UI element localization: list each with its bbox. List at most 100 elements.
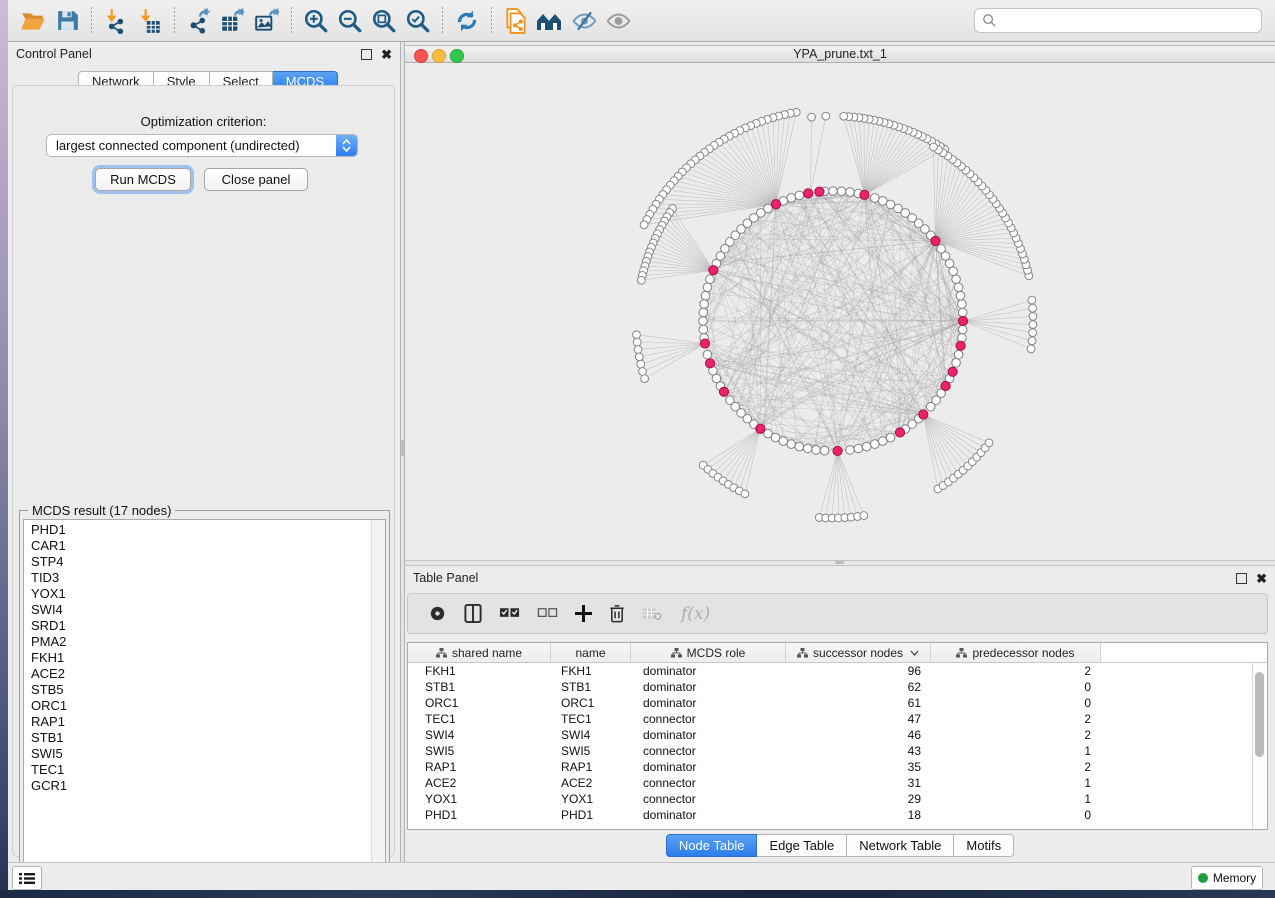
- select-all-icon[interactable]: [499, 606, 520, 621]
- table-row[interactable]: PHD1PHD1dominator180: [408, 807, 1267, 823]
- mcds-result-item[interactable]: STB1: [31, 730, 385, 746]
- cell-shared-name[interactable]: PHD1: [408, 808, 551, 822]
- zoom-fit-icon[interactable]: [367, 5, 401, 37]
- column-header-shared-name[interactable]: shared name: [408, 643, 551, 662]
- cell-successor-nodes[interactable]: 35: [786, 760, 931, 774]
- tab-motifs[interactable]: Motifs: [954, 834, 1014, 857]
- cell-successor-nodes[interactable]: 31: [786, 776, 931, 790]
- tab-edge-table[interactable]: Edge Table: [757, 834, 847, 857]
- settings-icon[interactable]: [428, 604, 447, 623]
- cell-successor-nodes[interactable]: 47: [786, 712, 931, 726]
- mcds-result-item[interactable]: RAP1: [31, 714, 385, 730]
- cell-successor-nodes[interactable]: 43: [786, 744, 931, 758]
- add-column-icon[interactable]: [575, 605, 592, 622]
- mcds-result-item[interactable]: FKH1: [31, 650, 385, 666]
- mcds-result-item[interactable]: PMA2: [31, 634, 385, 650]
- cell-predecessor-nodes[interactable]: 2: [931, 664, 1101, 678]
- refresh-layout-icon[interactable]: [450, 5, 484, 37]
- network-canvas[interactable]: [405, 63, 1275, 560]
- show-all-icon[interactable]: [601, 5, 635, 37]
- cell-predecessor-nodes[interactable]: 1: [931, 776, 1101, 790]
- delete-column-icon[interactable]: [609, 604, 625, 623]
- mcds-result-item[interactable]: YOX1: [31, 586, 385, 602]
- mcds-result-listbox[interactable]: PHD1CAR1STP4TID3YOX1SWI4SRD1PMA2FKH1ACE2…: [23, 519, 386, 879]
- mcds-result-item[interactable]: STP4: [31, 554, 385, 570]
- cell-predecessor-nodes[interactable]: 2: [931, 760, 1101, 774]
- show-columns-icon[interactable]: [464, 604, 482, 623]
- cell-shared-name[interactable]: FKH1: [408, 664, 551, 678]
- cell-shared-name[interactable]: TEC1: [408, 712, 551, 726]
- first-neighbors-icon[interactable]: [533, 5, 567, 37]
- mcds-result-item[interactable]: TEC1: [31, 762, 385, 778]
- zoom-selected-icon[interactable]: [401, 5, 435, 37]
- mcds-result-item[interactable]: CAR1: [31, 538, 385, 554]
- cell-shared-name[interactable]: SWI4: [408, 728, 551, 742]
- close-panel-icon[interactable]: ✖: [1256, 572, 1267, 585]
- close-panel-icon[interactable]: ✖: [381, 48, 392, 61]
- table-row[interactable]: ACE2ACE2connector311: [408, 775, 1267, 791]
- column-header-name[interactable]: name: [551, 643, 631, 662]
- cell-shared-name[interactable]: RAP1: [408, 760, 551, 774]
- mcds-result-item[interactable]: ORC1: [31, 698, 385, 714]
- zoom-in-icon[interactable]: [299, 5, 333, 37]
- export-image-icon[interactable]: [250, 5, 284, 37]
- import-network-icon[interactable]: [99, 5, 133, 37]
- mcds-result-item[interactable]: GCR1: [31, 778, 385, 794]
- cell-MCDS-role[interactable]: connector: [631, 792, 786, 806]
- cell-predecessor-nodes[interactable]: 0: [931, 808, 1101, 822]
- mcds-list-scrollbar[interactable]: [371, 520, 385, 878]
- export-table-icon[interactable]: [216, 5, 250, 37]
- cell-MCDS-role[interactable]: dominator: [631, 808, 786, 822]
- cell-successor-nodes[interactable]: 61: [786, 696, 931, 710]
- cell-MCDS-role[interactable]: connector: [631, 712, 786, 726]
- network-window-titlebar[interactable]: YPA_prune.txt_1: [405, 45, 1275, 63]
- cell-name[interactable]: ORC1: [551, 696, 631, 710]
- task-history-button[interactable]: [12, 866, 42, 890]
- cell-name[interactable]: PHD1: [551, 808, 631, 822]
- cell-name[interactable]: STB1: [551, 680, 631, 694]
- tab-network-table[interactable]: Network Table: [847, 834, 954, 857]
- table-row[interactable]: SWI5SWI5connector431: [408, 743, 1267, 759]
- cell-name[interactable]: SWI4: [551, 728, 631, 742]
- deselect-all-icon[interactable]: [537, 606, 558, 621]
- cell-name[interactable]: ACE2: [551, 776, 631, 790]
- close-panel-button[interactable]: Close panel: [204, 168, 308, 191]
- float-panel-icon[interactable]: [361, 49, 372, 60]
- table-scrollbar[interactable]: [1252, 663, 1267, 829]
- cell-name[interactable]: TEC1: [551, 712, 631, 726]
- cell-predecessor-nodes[interactable]: 1: [931, 744, 1101, 758]
- mcds-result-item[interactable]: SWI4: [31, 602, 385, 618]
- float-panel-icon[interactable]: [1236, 573, 1247, 584]
- cell-predecessor-nodes[interactable]: 2: [931, 728, 1101, 742]
- cell-MCDS-role[interactable]: dominator: [631, 760, 786, 774]
- cell-successor-nodes[interactable]: 46: [786, 728, 931, 742]
- run-mcds-button[interactable]: Run MCDS: [95, 168, 191, 191]
- vertical-splitter-handle[interactable]: [401, 440, 404, 456]
- horizontal-splitter-handle[interactable]: [835, 561, 844, 564]
- mcds-result-item[interactable]: ACE2: [31, 666, 385, 682]
- cell-name[interactable]: SWI5: [551, 744, 631, 758]
- minimize-window-icon[interactable]: [432, 49, 446, 63]
- mcds-result-item[interactable]: STB5: [31, 682, 385, 698]
- cell-successor-nodes[interactable]: 62: [786, 680, 931, 694]
- zoom-out-icon[interactable]: [333, 5, 367, 37]
- hide-selected-icon[interactable]: [567, 5, 601, 37]
- import-table-icon[interactable]: [133, 5, 167, 37]
- cell-MCDS-role[interactable]: connector: [631, 776, 786, 790]
- column-header-MCDS-role[interactable]: MCDS role: [631, 643, 786, 662]
- node-table[interactable]: shared namenameMCDS rolesuccessor nodesp…: [407, 642, 1268, 830]
- mcds-result-item[interactable]: TID3: [31, 570, 385, 586]
- mcds-result-item[interactable]: SRD1: [31, 618, 385, 634]
- cell-successor-nodes[interactable]: 96: [786, 664, 931, 678]
- search-input[interactable]: [1002, 13, 1261, 29]
- table-scrollbar-thumb[interactable]: [1255, 672, 1264, 757]
- cell-MCDS-role[interactable]: connector: [631, 744, 786, 758]
- cell-successor-nodes[interactable]: 18: [786, 808, 931, 822]
- table-row[interactable]: RAP1RAP1dominator352: [408, 759, 1267, 775]
- cell-predecessor-nodes[interactable]: 0: [931, 680, 1101, 694]
- optimization-criterion-select[interactable]: largest connected component (undirected): [46, 134, 358, 157]
- cell-MCDS-role[interactable]: dominator: [631, 696, 786, 710]
- tab-node-table[interactable]: Node Table: [666, 834, 758, 857]
- cell-shared-name[interactable]: ORC1: [408, 696, 551, 710]
- table-row[interactable]: FKH1FKH1dominator962: [408, 663, 1267, 679]
